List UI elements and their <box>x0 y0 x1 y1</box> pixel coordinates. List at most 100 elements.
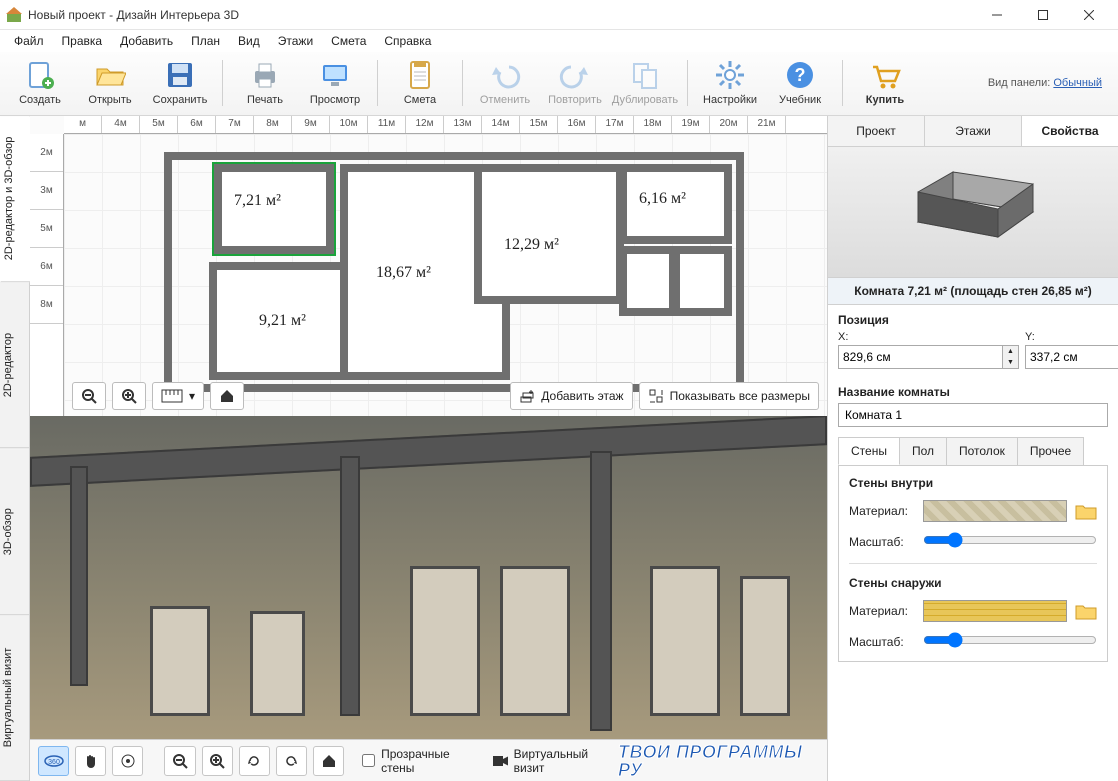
view-3d[interactable] <box>30 416 827 739</box>
measure-button[interactable]: ▾ <box>152 382 204 410</box>
menu-file[interactable]: Файл <box>6 32 52 50</box>
zoom-in-icon <box>209 753 225 769</box>
room[interactable] <box>672 246 732 316</box>
side-tab-2d-3d[interactable]: 2D-редактор и 3D-обзор <box>0 116 30 282</box>
side-tab-3d[interactable]: 3D-обзор <box>0 449 29 615</box>
room-label: 18,67 м² <box>376 264 431 282</box>
transparent-walls-checkbox[interactable]: Прозрачные стены <box>362 747 475 775</box>
menu-add[interactable]: Добавить <box>112 32 181 50</box>
menu-view[interactable]: Вид <box>230 32 268 50</box>
layers-plus-icon <box>519 388 535 404</box>
outside-material-swatch[interactable] <box>923 600 1067 622</box>
zoom-in-icon <box>121 388 137 404</box>
zoom-out-button[interactable] <box>72 382 106 410</box>
menu-floors[interactable]: Этажи <box>270 32 321 50</box>
pan-button[interactable] <box>75 746 106 776</box>
tool-create[interactable]: Создать <box>6 55 74 111</box>
pos-y-input[interactable]: ▲▼ <box>1025 345 1118 369</box>
position-title: Позиция <box>828 305 1118 331</box>
home-icon <box>219 388 235 404</box>
room[interactable] <box>619 246 677 316</box>
rp-tab-properties[interactable]: Свойства <box>1022 116 1118 146</box>
room-name-input[interactable] <box>838 403 1108 427</box>
tool-open[interactable]: Открыть <box>76 55 144 111</box>
room-3d-preview <box>828 147 1118 277</box>
tool-redo[interactable]: Повторить <box>541 55 609 111</box>
zoom-out-3d-button[interactable] <box>164 746 195 776</box>
title-bar: Новый проект - Дизайн Интерьера 3D <box>0 0 1118 30</box>
rp-tab-project[interactable]: Проект <box>828 116 925 146</box>
walls-outside-title: Стены снаружи <box>849 576 1097 590</box>
home-icon <box>321 753 337 769</box>
window-minimize-button[interactable] <box>974 0 1020 30</box>
rotate-left-button[interactable] <box>239 746 270 776</box>
virtual-visit-button[interactable]: Виртуальный визит <box>493 747 612 775</box>
dimensions-icon <box>648 388 664 404</box>
browse-material-button[interactable] <box>1075 601 1097 621</box>
tool-preview[interactable]: Просмотр <box>301 55 369 111</box>
menu-plan[interactable]: План <box>183 32 228 50</box>
right-panel: Проект Этажи Свойства Комната 7,21 м² (п… <box>828 116 1118 781</box>
target-button[interactable] <box>112 746 143 776</box>
outside-scale-slider[interactable] <box>923 632 1097 651</box>
browse-material-button[interactable] <box>1075 501 1097 521</box>
zoom-out-icon <box>172 753 188 769</box>
camera-icon <box>493 755 507 767</box>
rotate-right-button[interactable] <box>276 746 307 776</box>
target-icon <box>120 753 136 769</box>
room-label: 9,21 м² <box>259 312 306 330</box>
orbit-360-button[interactable]: 360 <box>38 746 69 776</box>
panel-mode: Вид панели: Обычный <box>988 77 1112 89</box>
watermark: ТВОИ ПРОГРАММЫ РУ <box>618 743 819 779</box>
home-button[interactable] <box>210 382 244 410</box>
window-title: Новый проект - Дизайн Интерьера 3D <box>28 8 239 22</box>
view3d-toolbar: 360 Прозрачные стены Виртуальный визит Т… <box>30 739 827 781</box>
tool-duplicate[interactable]: Дублировать <box>611 55 679 111</box>
tool-undo[interactable]: Отменить <box>471 55 539 111</box>
ruler-icon <box>161 389 183 403</box>
show-dimensions-button[interactable]: Показывать все размеры <box>639 382 819 410</box>
plan-view[interactable]: м4м5м6м7м8м9м10м11м12м13м14м15м16м17м18м… <box>30 116 827 416</box>
tool-tutorial[interactable]: ?Учебник <box>766 55 834 111</box>
inside-material-swatch[interactable] <box>923 500 1067 522</box>
pos-x-label: X: <box>838 331 1019 343</box>
subtab-ceiling[interactable]: Потолок <box>946 437 1018 465</box>
rotate-ccw-icon <box>246 753 262 769</box>
side-tab-tour[interactable]: Виртуальный визит <box>0 615 29 781</box>
hand-icon <box>83 753 99 769</box>
tool-save[interactable]: Сохранить <box>146 55 214 111</box>
add-floor-button[interactable]: Добавить этаж <box>510 382 632 410</box>
zoom-in-3d-button[interactable] <box>202 746 233 776</box>
scale-label: Масштаб: <box>849 635 915 649</box>
subtab-floor[interactable]: Пол <box>899 437 947 465</box>
side-tab-2d[interactable]: 2D-редактор <box>0 282 29 448</box>
rp-tab-floors[interactable]: Этажи <box>925 116 1022 146</box>
material-label: Материал: <box>849 504 915 518</box>
tool-settings[interactable]: Настройки <box>696 55 764 111</box>
plan-canvas[interactable]: 7,21 м² 9,21 м² 18,67 м² 12,29 м² 6,16 м… <box>64 134 827 416</box>
room-label: 6,16 м² <box>639 190 686 208</box>
subtab-walls[interactable]: Стены <box>838 437 900 465</box>
main-toolbar: Создать Открыть Сохранить Печать Просмот… <box>0 52 1118 116</box>
menu-estimate[interactable]: Смета <box>323 32 374 50</box>
inside-scale-slider[interactable] <box>923 532 1097 551</box>
window-maximize-button[interactable] <box>1020 0 1066 30</box>
rotate-cw-icon <box>283 753 299 769</box>
subtab-other[interactable]: Прочее <box>1017 437 1084 465</box>
menu-edit[interactable]: Правка <box>54 32 111 50</box>
zoom-in-button[interactable] <box>112 382 146 410</box>
tool-buy[interactable]: Купить <box>851 55 919 111</box>
svg-text:?: ? <box>795 65 806 85</box>
app-icon <box>6 7 22 23</box>
tool-estimate[interactable]: Смета <box>386 55 454 111</box>
window-close-button[interactable] <box>1066 0 1112 30</box>
tool-print[interactable]: Печать <box>231 55 299 111</box>
home-3d-button[interactable] <box>313 746 344 776</box>
panel-mode-link[interactable]: Обычный <box>1053 77 1102 89</box>
pos-x-input[interactable]: ▲▼ <box>838 345 1019 369</box>
menu-help[interactable]: Справка <box>376 32 439 50</box>
svg-text:360: 360 <box>48 759 60 766</box>
room[interactable] <box>474 164 624 304</box>
scale-label: Масштаб: <box>849 535 915 549</box>
pos-y-label: Y: <box>1025 331 1118 343</box>
